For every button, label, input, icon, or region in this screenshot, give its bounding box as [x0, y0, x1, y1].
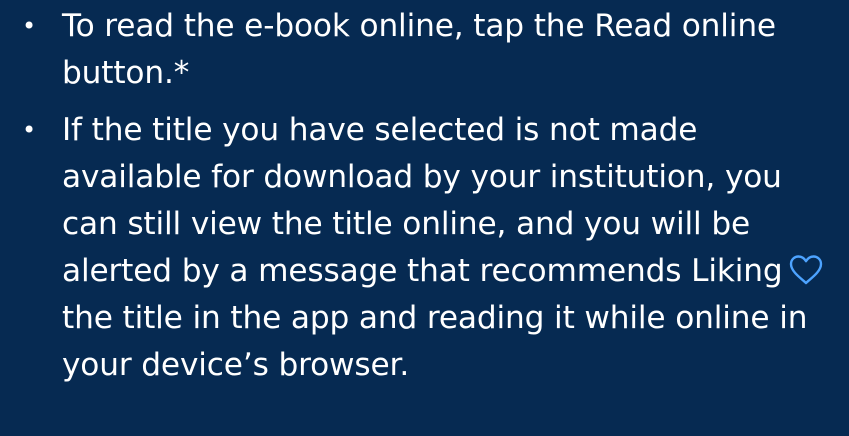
instructions-panel: • To read the e-book online, tap the Rea… [0, 3, 849, 436]
bullet-marker: • [22, 116, 37, 144]
heart-outline-icon [788, 254, 824, 286]
download-unavailable-text-before: If the title you have selected is not ma… [62, 112, 783, 289]
bullet-marker: • [22, 12, 37, 40]
download-unavailable-text-after: the title in the app and reading it whil… [62, 300, 808, 383]
read-online-instruction-text: To read the e-book online, tap the Read … [62, 8, 776, 91]
list-item-read-online: • To read the e-book online, tap the Rea… [0, 3, 849, 97]
instructions-list: • To read the e-book online, tap the Rea… [0, 3, 849, 389]
list-item-download-unavailable: • If the title you have selected is not … [0, 107, 849, 389]
